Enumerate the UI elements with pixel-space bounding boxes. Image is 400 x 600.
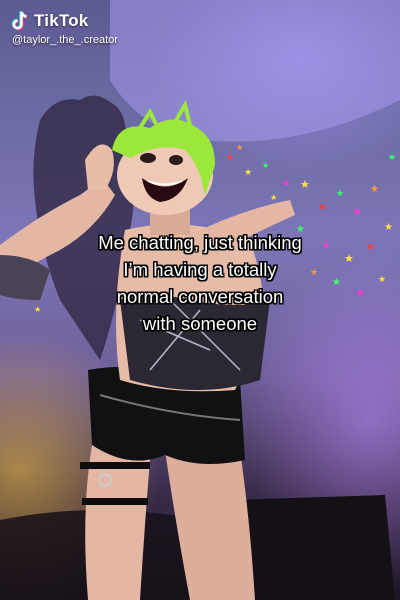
creator-handle: @taylor_.the_.creator	[12, 34, 118, 46]
tiktok-logo-icon	[10, 10, 30, 32]
caption-line: normal conversation	[116, 286, 284, 307]
watermark-brand-row: TikTok	[10, 10, 118, 32]
svg-text:★: ★	[352, 206, 362, 218]
watermark-brand: TikTok	[34, 11, 89, 30]
caption-line: I’m having a totally	[123, 259, 277, 280]
caption-line: Me chatting, just thinking	[98, 232, 302, 253]
svg-text:★: ★	[282, 178, 290, 188]
svg-text:★: ★	[226, 152, 234, 162]
video-frame[interactable]: ★ ★ ★ ★ ★ ★ ★ ★ ★ ★ ★ ★ ★ ★ ★ ★ ★ ★ ★ ★ …	[0, 0, 400, 600]
svg-text:★: ★	[244, 167, 252, 177]
video-caption: Me chatting, just thinking I’m having a …	[0, 229, 400, 337]
svg-text:★: ★	[236, 143, 243, 152]
svg-text:★: ★	[270, 193, 277, 202]
svg-text:★: ★	[370, 184, 379, 195]
caption-line: with someone	[142, 313, 258, 334]
svg-text:★: ★	[336, 188, 344, 198]
svg-text:★: ★	[262, 161, 269, 170]
svg-text:★: ★	[318, 202, 327, 213]
svg-text:★: ★	[388, 152, 396, 162]
svg-text:★: ★	[300, 179, 310, 191]
tiktok-watermark: TikTok @taylor_.the_.creator	[10, 10, 118, 46]
